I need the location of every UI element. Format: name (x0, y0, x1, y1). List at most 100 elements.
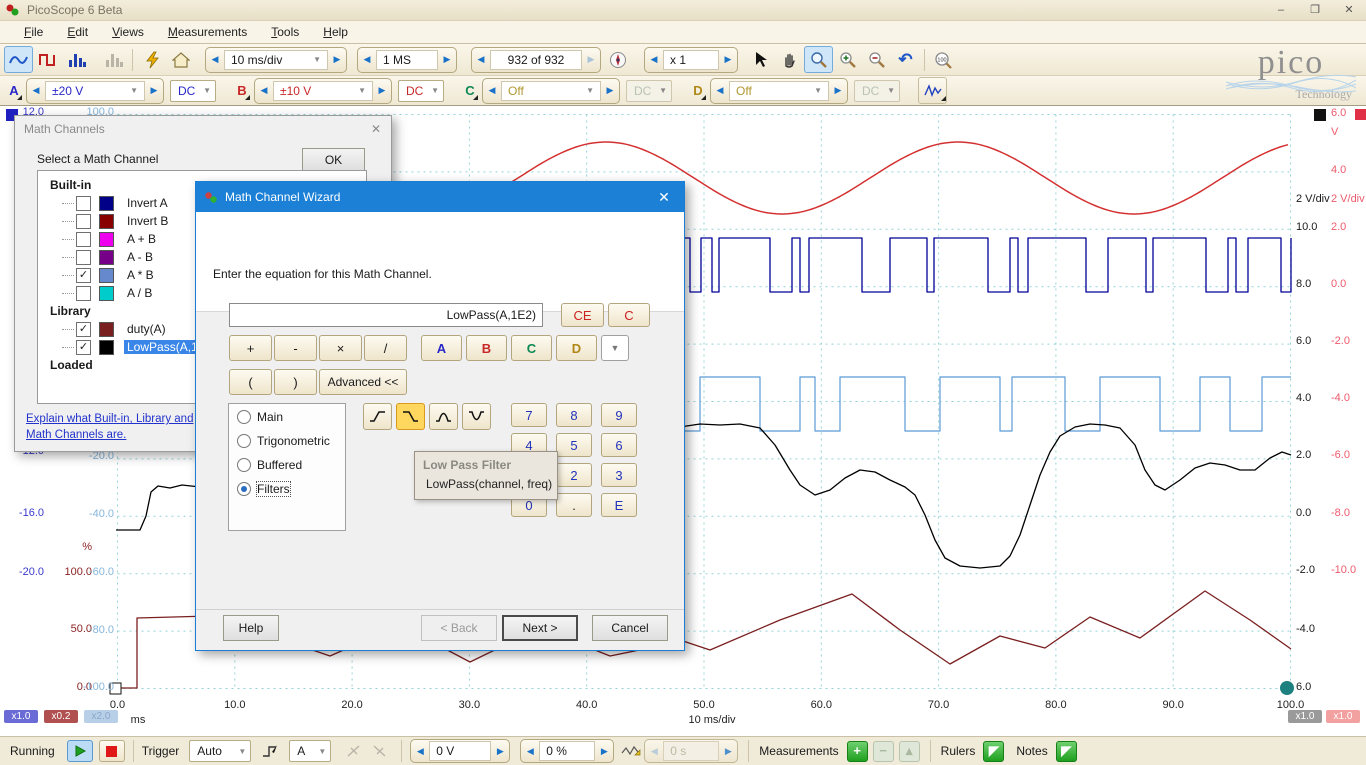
channel-name[interactable]: A * B (124, 268, 157, 282)
ok-button[interactable]: OK (302, 148, 365, 171)
marquee-zoom-button[interactable] (804, 46, 833, 73)
numpad-key-7[interactable]: 7 (511, 403, 547, 427)
zoom-in-arrow[interactable]: ▶ (719, 54, 737, 65)
range-dropdown[interactable]: ±10 V▼ (273, 81, 373, 101)
maximize-button[interactable]: ❐ (1298, 1, 1332, 19)
radio-main[interactable]: Main (237, 406, 345, 428)
samples-field[interactable]: 1 MS (376, 50, 438, 70)
channel-b-coupling-dropdown[interactable]: DC▼ (398, 80, 444, 102)
numpad-key-6[interactable]: 6 (601, 433, 637, 457)
channel-checkbox[interactable] (76, 232, 91, 247)
wizard-close-icon[interactable]: ✕ (644, 189, 684, 206)
close-button[interactable]: ✕ (1332, 1, 1366, 19)
buffer-overview-button[interactable] (603, 46, 632, 73)
minimize-button[interactable]: – (1264, 1, 1298, 19)
persistence-view-button[interactable] (33, 46, 62, 73)
channel-checkbox[interactable] (76, 196, 91, 211)
channel-a-button[interactable]: A (421, 335, 462, 361)
range-next-arrow[interactable]: ▶ (373, 85, 391, 96)
numpad-key-3[interactable]: 3 (601, 463, 637, 487)
range-dropdown[interactable]: Off▼ (729, 81, 829, 101)
numpad-key-9[interactable]: 9 (601, 403, 637, 427)
scale-badge[interactable]: x2.0 (84, 710, 118, 723)
high-pass-filter-button[interactable] (363, 403, 392, 430)
range-next-arrow[interactable]: ▶ (829, 85, 847, 96)
operator-button-multiply[interactable]: × (319, 335, 362, 361)
timebase-prev-arrow[interactable]: ◀ (206, 54, 224, 65)
trigger-level-field[interactable]: 0 V (429, 741, 491, 761)
channel-checkbox[interactable]: ✓ (76, 340, 91, 355)
channel-name[interactable]: Invert A (124, 196, 171, 210)
zoom-out-button[interactable] (862, 46, 891, 73)
numpad-key-e[interactable]: E (601, 493, 637, 517)
channel-name[interactable]: Invert B (124, 214, 171, 228)
radio-circle-icon[interactable] (237, 410, 251, 424)
notes-button[interactable]: ◤ (1056, 741, 1077, 762)
operator-button-divide[interactable]: / (364, 335, 407, 361)
channel-a-coupling-dropdown[interactable]: DC▼ (170, 80, 216, 102)
menu-measurements[interactable]: Measurements (158, 23, 257, 41)
radio-filters[interactable]: Filters (237, 478, 345, 500)
pretrig-up-arrow[interactable]: ▶ (595, 746, 613, 757)
menu-edit[interactable]: Edit (57, 23, 98, 41)
channel-name[interactable]: A + B (124, 232, 159, 246)
channel-checkbox[interactable] (76, 250, 91, 265)
low-pass-filter-button[interactable] (396, 403, 425, 430)
samples-prev-arrow[interactable]: ◀ (358, 54, 376, 65)
menu-help[interactable]: Help (313, 23, 358, 41)
channel-checkbox[interactable]: ✓ (76, 268, 91, 283)
zoom-full-button[interactable]: 100 (929, 46, 958, 73)
trigger-edge-button[interactable] (257, 740, 283, 762)
channel-name[interactable]: A / B (124, 286, 155, 300)
next-button[interactable]: Next > (502, 615, 578, 641)
range-prev-arrow[interactable]: ◀ (255, 85, 273, 96)
numpad-key-8[interactable]: 8 (556, 403, 592, 427)
trigger-source-dropdown[interactable]: A▼ (289, 740, 331, 762)
zoom-factor-field[interactable]: x 1 (663, 50, 719, 70)
math-dialog-titlebar[interactable]: Math Channels ✕ (15, 116, 391, 142)
timebase-next-arrow[interactable]: ▶ (328, 54, 346, 65)
equation-field[interactable]: LowPass(A,1E2) (229, 303, 543, 327)
axis-marker[interactable] (1314, 109, 1326, 121)
clear-entry-button[interactable]: CE (561, 303, 604, 327)
math-dialog-close-icon[interactable]: ✕ (361, 122, 391, 136)
scale-badge[interactable]: x1.0 (1326, 710, 1360, 723)
menu-tools[interactable]: Tools (261, 23, 309, 41)
trigger-mode-dropdown[interactable]: Auto▼ (189, 740, 251, 762)
level-up-arrow[interactable]: ▶ (491, 746, 509, 757)
more-channels-dropdown[interactable]: ▼ (601, 335, 629, 361)
channel-name[interactable]: A - B (124, 250, 156, 264)
clear-button[interactable]: C (608, 303, 650, 327)
axis-marker[interactable] (1280, 681, 1294, 695)
buffer-prev-arrow[interactable]: ◀ (472, 54, 490, 65)
numpad-key-dot[interactable]: . (556, 493, 592, 517)
radio-circle-icon[interactable] (237, 482, 251, 496)
channel-name[interactable]: duty(A) (124, 322, 169, 336)
range-dropdown[interactable]: ±20 V▼ (45, 81, 145, 101)
timebase-dropdown[interactable]: 10 ms/div▼ (224, 50, 328, 70)
pointer-tool-button[interactable] (746, 46, 775, 73)
wizard-titlebar[interactable]: Math Channel Wizard ✕ (196, 182, 684, 212)
range-prev-arrow[interactable]: ◀ (711, 85, 729, 96)
start-capture-button[interactable] (67, 740, 93, 762)
channel-checkbox[interactable] (76, 286, 91, 301)
explain-link-line2[interactable]: Math Channels are. (26, 429, 126, 441)
axis-marker[interactable] (1355, 109, 1366, 120)
radio-buffered[interactable]: Buffered (237, 454, 345, 476)
radio-trigonometric[interactable]: Trigonometric (237, 430, 345, 452)
band-pass-filter-button[interactable] (429, 403, 458, 430)
operator-button-plus[interactable]: + (229, 335, 272, 361)
channel-d-label[interactable]: D (690, 80, 706, 102)
range-prev-arrow[interactable]: ◀ (27, 85, 45, 96)
advanced-toggle-button[interactable]: Advanced << (319, 369, 407, 395)
holdoff-up-arrow[interactable]: ▶ (719, 746, 737, 757)
samples-next-arrow[interactable]: ▶ (438, 54, 456, 65)
open-paren-button[interactable]: ( (229, 369, 272, 395)
range-next-arrow[interactable]: ▶ (145, 85, 163, 96)
scale-badge[interactable]: x0.2 (44, 710, 78, 723)
zoom-in-button[interactable] (833, 46, 862, 73)
trigger-marker-button[interactable] (618, 740, 644, 762)
home-button[interactable] (166, 46, 195, 73)
scope-view-button[interactable] (4, 46, 33, 73)
channel-d-button[interactable]: D (556, 335, 597, 361)
